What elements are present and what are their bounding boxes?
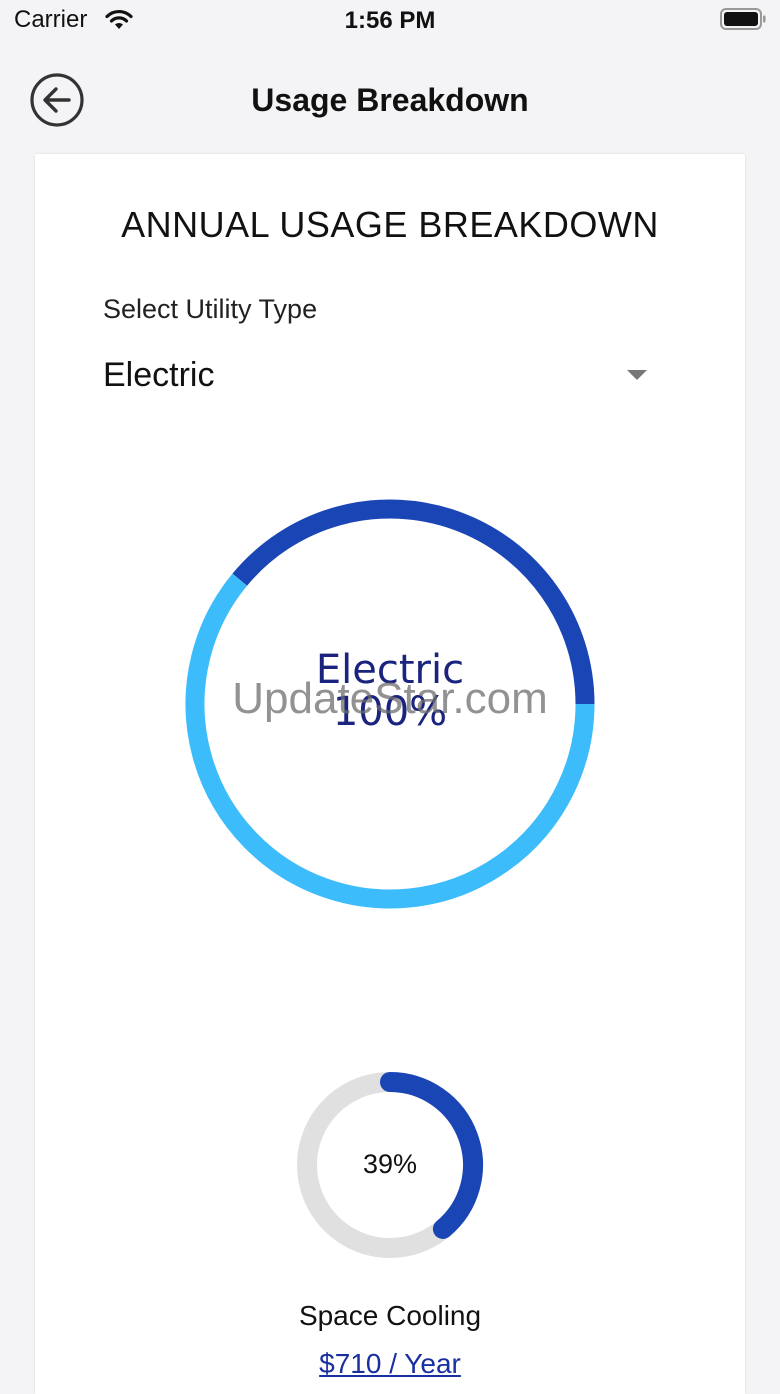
utility-type-label: Select Utility Type	[103, 294, 318, 324]
category-cost-link[interactable]: $710 / Year	[319, 1348, 461, 1379]
dropdown-caret-icon	[627, 370, 647, 380]
usage-card: ANNUAL USAGE BREAKDOWN Select Utility Ty…	[35, 154, 745, 1394]
nav-bar: Usage Breakdown	[0, 56, 780, 140]
status-bar: Carrier 1:56 PM	[0, 0, 780, 44]
page-title: Usage Breakdown	[251, 82, 529, 118]
donut-center-label: Electric	[315, 647, 465, 693]
donut-center-percent: 100%	[332, 689, 448, 735]
clock: 1:56 PM	[344, 7, 436, 34]
category-name: Space Cooling	[298, 1300, 482, 1331]
category-percent: 39%	[362, 1149, 418, 1179]
card-title: ANNUAL USAGE BREAKDOWN	[121, 204, 659, 245]
utility-type-select[interactable]: Electric	[103, 350, 647, 402]
category-cost-row: $710 / Year	[35, 1348, 745, 1380]
donut-segment-2	[185, 573, 595, 909]
donut-center-text: Electric 100%	[185, 649, 595, 733]
battery-icon	[720, 8, 766, 30]
utility-type-value: Electric	[103, 356, 215, 394]
